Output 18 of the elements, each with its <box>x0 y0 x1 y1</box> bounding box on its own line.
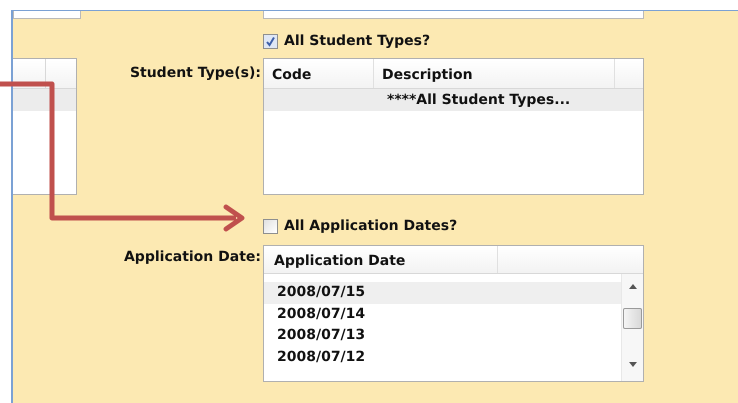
scrollbar[interactable] <box>621 274 643 381</box>
scroll-down-icon[interactable] <box>629 362 637 367</box>
checkbox-label: All Application Dates? <box>284 217 458 236</box>
text-field[interactable] <box>13 11 81 19</box>
list-row[interactable] <box>13 89 76 111</box>
scroll-thumb[interactable] <box>623 308 642 329</box>
checkbox[interactable] <box>263 34 278 49</box>
column-header[interactable]: Description <box>374 59 615 88</box>
field-label: Student Type(s): <box>130 65 261 81</box>
table-row[interactable]: 2008/07/15 <box>264 282 621 304</box>
column-header[interactable]: Code <box>264 59 374 88</box>
checkbox[interactable] <box>263 219 278 234</box>
checkbox-label: All Student Types? <box>284 32 430 51</box>
table-row[interactable]: ****All Student Types... <box>264 89 643 111</box>
scroll-up-icon[interactable] <box>629 284 637 289</box>
table-cell-text: ****All Student Types... <box>387 90 570 110</box>
text-field[interactable] <box>263 11 644 19</box>
field-label: Application Date: <box>124 249 261 265</box>
